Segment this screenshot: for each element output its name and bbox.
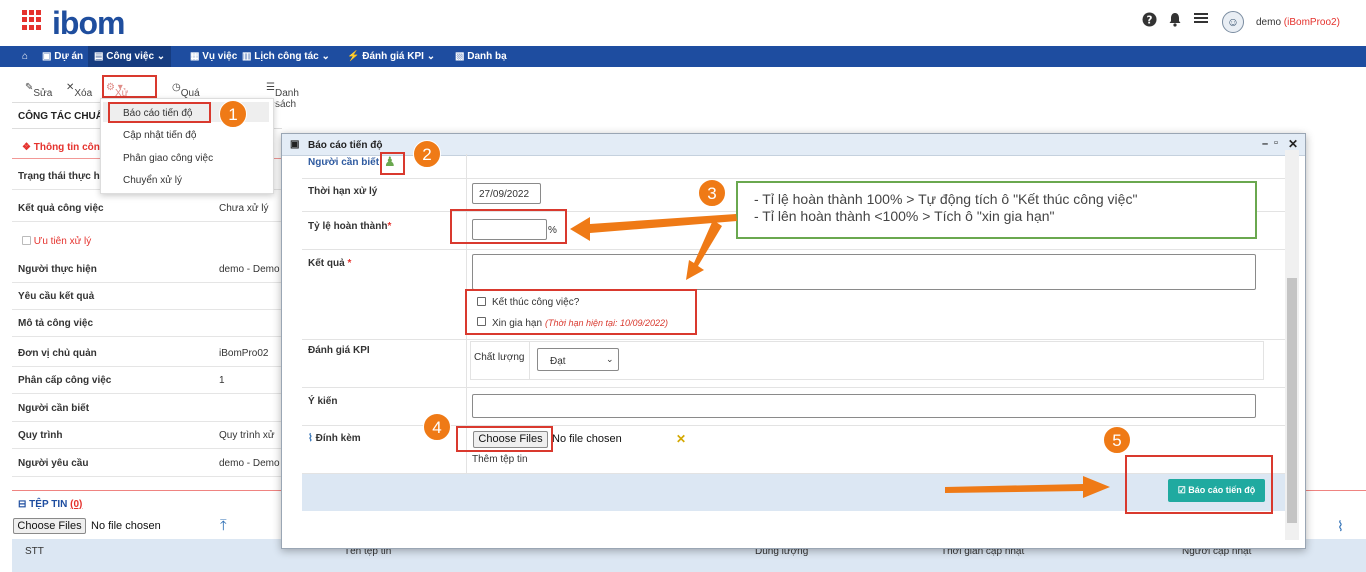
arrow-to-submit [945, 476, 1110, 498]
annotation-arrows [570, 214, 1110, 498]
step-badge-3: 3 [698, 179, 726, 207]
step-badge-1: 1 [219, 100, 247, 128]
arrow-to-checkboxes [686, 220, 722, 280]
step-badge-2: 2 [413, 140, 441, 168]
step-badge-5: 5 [1103, 426, 1131, 454]
step-badge-4: 4 [423, 413, 451, 441]
